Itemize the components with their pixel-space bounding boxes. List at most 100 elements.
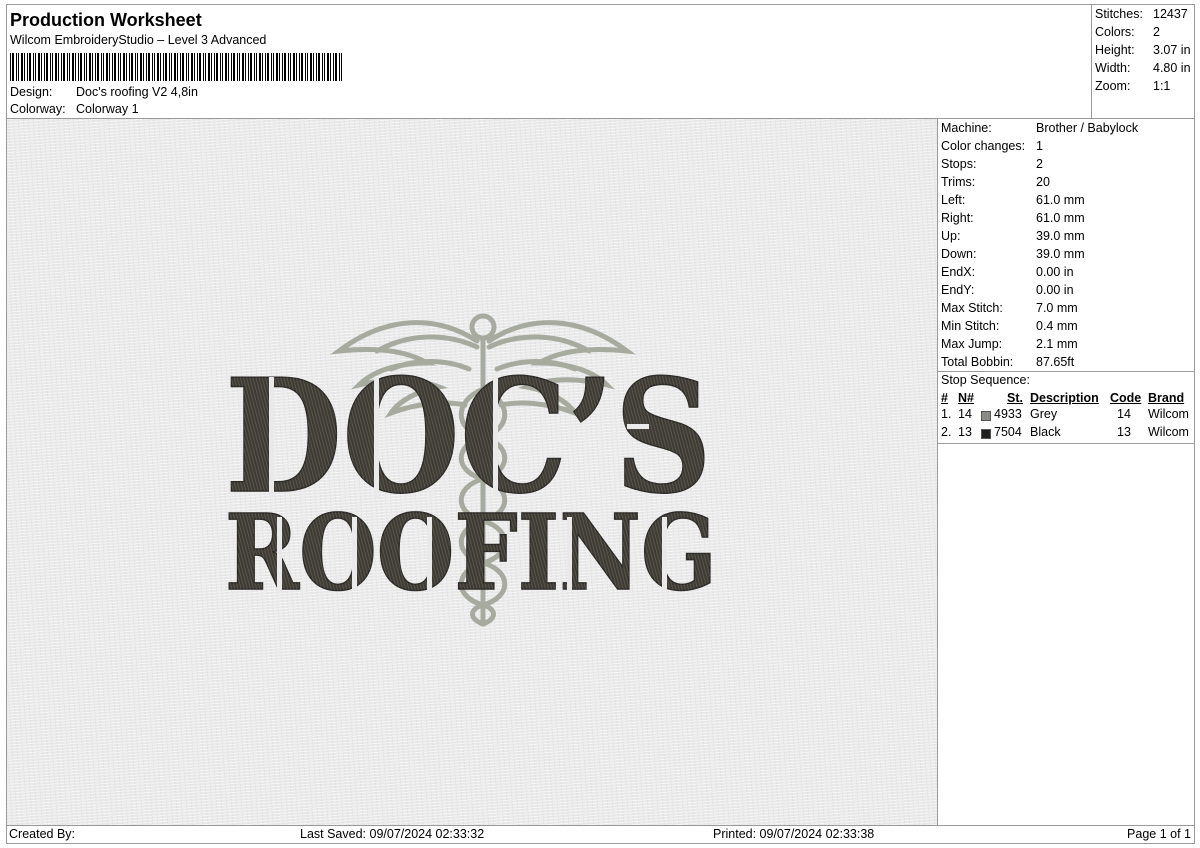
- barcode-bar: [86, 53, 87, 81]
- barcode-bar: [72, 53, 74, 81]
- barcode-bar: [120, 53, 121, 81]
- barcode-bar: [284, 53, 286, 81]
- barcode-bar: [27, 53, 28, 81]
- detail-label: Machine:: [941, 121, 992, 135]
- barcode-bar: [137, 53, 138, 81]
- barcode-bar: [191, 53, 193, 81]
- barcode-bar: [220, 53, 221, 81]
- stitches-label: Stitches:: [1095, 7, 1143, 21]
- detail-row: Up: 39.0 mm: [941, 229, 1085, 243]
- barcode-bar: [290, 53, 291, 81]
- barcode-bar: [333, 53, 334, 81]
- detail-value: 61.0 mm: [1036, 211, 1085, 225]
- barcode-bar: [154, 53, 155, 81]
- barcode-bar: [310, 53, 312, 81]
- barcode-bar: [265, 53, 266, 81]
- detail-label: Max Stitch:: [941, 301, 1003, 315]
- detail-label: Stops:: [941, 157, 977, 171]
- barcode-bar: [259, 53, 261, 81]
- barcode-bar: [92, 53, 93, 81]
- zoom-row: Zoom: 1:1: [1095, 79, 1170, 93]
- barcode-bar: [203, 53, 204, 81]
- barcode-bar: [67, 53, 68, 81]
- barcode-bar: [95, 53, 96, 81]
- detail-value: 2: [1036, 157, 1043, 171]
- page-number: Page 1 of 1: [1127, 827, 1191, 841]
- barcode-bar: [301, 53, 303, 81]
- stop-st: 4933: [994, 407, 1022, 421]
- printed-date: Printed: 09/07/2024 02:33:38: [713, 827, 875, 841]
- barcode-bar: [199, 53, 201, 81]
- barcode-bar: [38, 53, 40, 81]
- detail-row: Right: 61.0 mm: [941, 211, 1085, 225]
- detail-value: 1: [1036, 139, 1043, 153]
- detail-label: EndY:: [941, 283, 975, 297]
- barcode-bar: [143, 53, 144, 81]
- detail-value: 87.65ft: [1036, 355, 1075, 369]
- detail-value: 20: [1036, 175, 1050, 189]
- colorway-label: Colorway:: [10, 102, 66, 116]
- barcode-bar: [89, 53, 91, 81]
- barcode-bar: [41, 53, 42, 81]
- barcode-bar: [126, 53, 127, 81]
- barcode-bar: [106, 53, 108, 81]
- barcode-bar: [12, 53, 14, 81]
- col-header-code: Code: [1110, 391, 1142, 405]
- barcode-bar: [46, 53, 48, 81]
- barcode-bar: [248, 53, 249, 81]
- detail-row: Color changes: 1: [941, 139, 1043, 153]
- stop-sequence-row: 2. 13 7504 Black 13 Wilcom: [938, 425, 1196, 443]
- satin-overlay-line2: ROOFING: [225, 491, 717, 614]
- barcode-bar: [129, 53, 130, 81]
- detail-value: 39.0 mm: [1036, 229, 1085, 243]
- barcode-bar: [225, 53, 227, 81]
- last-saved: Last Saved: 09/07/2024 02:33:32: [300, 827, 485, 841]
- stitches-value: 12437: [1153, 7, 1188, 21]
- barcode-bar: [242, 53, 244, 81]
- worksheet-footer: Created By: Last Saved: 09/07/2024 02:33…: [6, 825, 1195, 844]
- col-header-brand: Brand: [1148, 391, 1185, 405]
- barcode-bar: [250, 53, 252, 81]
- thread-color-swatch: [981, 411, 991, 421]
- detail-row: Max Stitch: 7.0 mm: [941, 301, 1078, 315]
- barcode-bar: [16, 53, 17, 81]
- barcode-bar: [180, 53, 181, 81]
- col-header-num: #: [941, 391, 948, 405]
- barcode-bar: [52, 53, 53, 81]
- barcode-bar: [182, 53, 184, 81]
- stop-sequence-bottom-line: [938, 443, 1194, 444]
- barcode-bar: [335, 53, 337, 81]
- barcode-bar: [256, 53, 257, 81]
- barcode-bar: [239, 53, 240, 81]
- width-row: Width: 4.80 in: [1095, 61, 1191, 75]
- detail-value: 2.1 mm: [1036, 337, 1078, 351]
- design-name: Doc's roofing V2 4,8in: [76, 85, 198, 99]
- stop-n: 14: [958, 407, 972, 421]
- barcode-bar: [254, 53, 255, 81]
- barcode-bar: [318, 53, 320, 81]
- barcode-bar: [177, 53, 178, 81]
- barcode-bar: [10, 53, 11, 81]
- barcode-bar: [205, 53, 206, 81]
- width-label: Width:: [1095, 61, 1131, 75]
- barcode-bar: [228, 53, 229, 81]
- design-row: Design: Doc's roofing V2 4,8in: [10, 85, 198, 99]
- barcode-bar: [194, 53, 195, 81]
- barcode-bar: [273, 53, 274, 81]
- barcode-bar: [75, 53, 76, 81]
- stop-sequence-title: Stop Sequence:: [941, 373, 1030, 387]
- detail-label: Left:: [941, 193, 966, 207]
- barcode-bar: [282, 53, 283, 81]
- barcode-bar: [245, 53, 246, 81]
- barcode-bar: [313, 53, 314, 81]
- colorway-name: Colorway 1: [76, 102, 139, 116]
- barcode-bar: [271, 53, 272, 81]
- barcode-bar: [69, 53, 70, 81]
- worksheet-title: Production Worksheet: [10, 10, 202, 30]
- design-summary: Stitches: 12437 Colors: 2 Height: 3.07 in W…: [1091, 4, 1195, 119]
- barcode-bar: [118, 53, 119, 81]
- barcode-bar: [44, 53, 45, 81]
- barcode-bar: [267, 53, 269, 81]
- barcode-bar: [140, 53, 142, 81]
- design-text: DOC’S ROOFING DOC’S ROOFING: [224, 344, 718, 615]
